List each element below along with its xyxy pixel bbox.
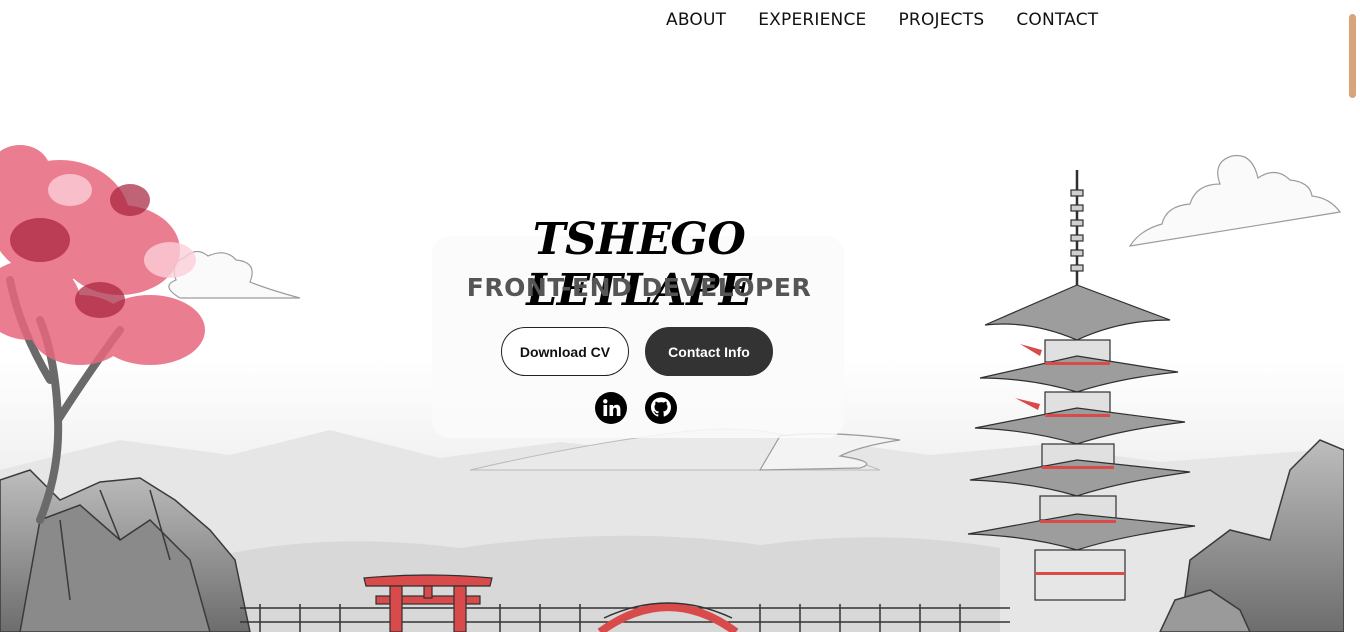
nav-about-link[interactable]: ABOUT bbox=[650, 8, 742, 32]
nav-contact-link[interactable]: CONTACT bbox=[1000, 8, 1114, 32]
download-cv-button[interactable]: Download CV bbox=[501, 327, 629, 376]
top-navigation: ABOUT EXPERIENCE PROJECTS CONTACT bbox=[650, 8, 1114, 32]
hero-role: FRONT-END DEVELOPER bbox=[466, 273, 812, 302]
contact-info-button[interactable]: Contact Info bbox=[645, 327, 773, 376]
nav-projects-link[interactable]: PROJECTS bbox=[882, 8, 1000, 32]
scrollbar-thumb[interactable] bbox=[1349, 14, 1356, 98]
linkedin-icon[interactable] bbox=[594, 391, 628, 425]
nav-experience-link[interactable]: EXPERIENCE bbox=[742, 8, 882, 32]
cloud-right bbox=[1128, 154, 1342, 247]
page-scrollbar[interactable] bbox=[1344, 0, 1360, 632]
github-icon[interactable] bbox=[644, 391, 678, 425]
